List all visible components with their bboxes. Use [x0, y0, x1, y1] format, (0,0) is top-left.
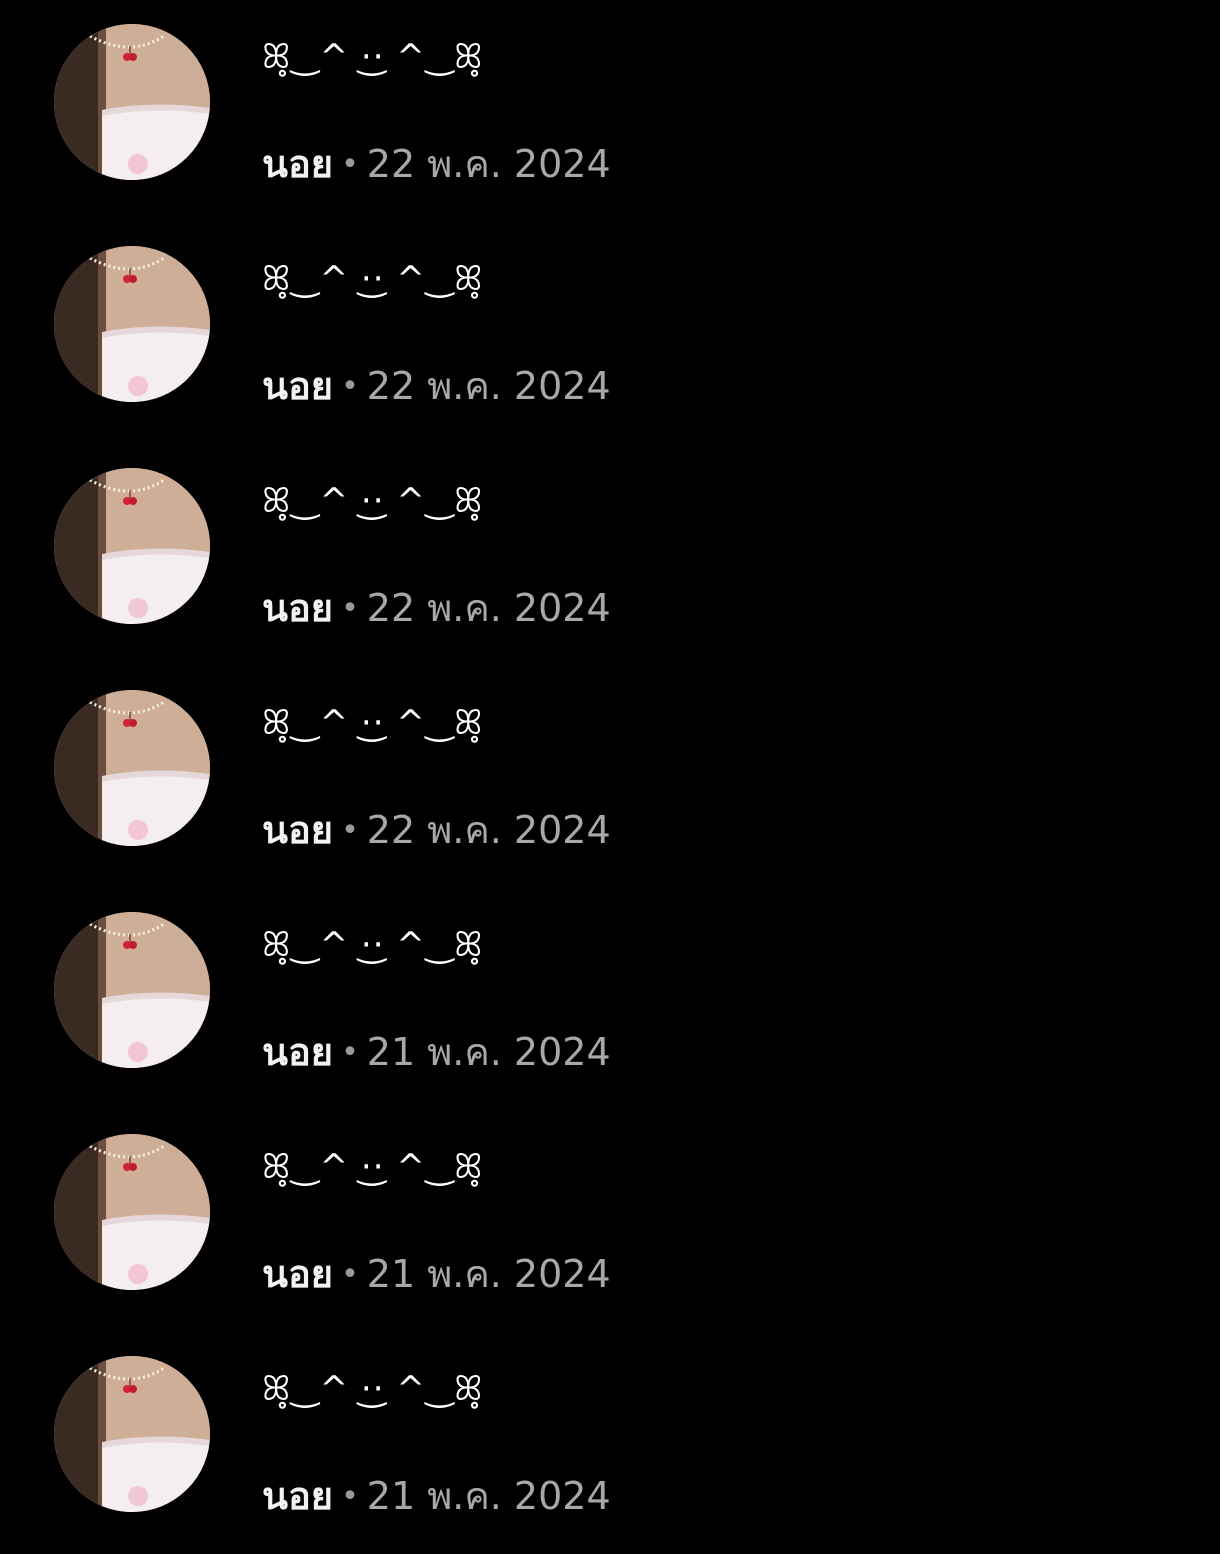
comment-text: ꕤ̥‿^ ·͜· ^‿ꕤ̥: [262, 1147, 484, 1187]
comment-meta: นอย • 22 พ.ค. 2024: [262, 360, 611, 412]
comment-meta: นอย • 21 พ.ค. 2024: [262, 1026, 611, 1078]
comment-date: 21 พ.ค. 2024: [366, 1252, 611, 1296]
comment-text: ꕤ̥‿^ ·͜· ^‿ꕤ̥: [262, 703, 484, 743]
comment-meta: นอย • 21 พ.ค. 2024: [262, 1470, 611, 1522]
author-name[interactable]: นอย: [262, 808, 333, 852]
comment-item[interactable]: ꕤ̥‿^ ·͜· ^‿ꕤ̥ นอย • 21 พ.ค. 2024: [0, 1332, 1220, 1554]
comment-item[interactable]: ꕤ̥‿^ ·͜· ^‿ꕤ̥ นอย • 21 พ.ค. 2024: [0, 888, 1220, 1110]
avatar-image: [54, 912, 210, 1068]
comment-text: ꕤ̥‿^ ·͜· ^‿ꕤ̥: [262, 925, 484, 965]
author-name[interactable]: นอย: [262, 1252, 333, 1296]
comment-meta: นอย • 22 พ.ค. 2024: [262, 138, 611, 190]
avatar[interactable]: [54, 24, 210, 180]
comment-list: ꕤ̥‿^ ·͜· ^‿ꕤ̥ นอย • 22 พ.ค. 2024 ꕤ̥‿^ ·͜· …: [0, 0, 1220, 1542]
separator-dot: •: [341, 147, 359, 182]
comment-text: ꕤ̥‿^ ·͜· ^‿ꕤ̥: [262, 1369, 484, 1409]
separator-dot: •: [341, 1035, 359, 1070]
comment-item[interactable]: ꕤ̥‿^ ·͜· ^‿ꕤ̥ นอย • 22 พ.ค. 2024: [0, 444, 1220, 666]
avatar[interactable]: [54, 1134, 210, 1290]
author-name[interactable]: นอย: [262, 586, 333, 630]
comment-text: ꕤ̥‿^ ·͜· ^‿ꕤ̥: [262, 259, 484, 299]
comment-date: 22 พ.ค. 2024: [366, 364, 611, 408]
separator-dot: •: [341, 369, 359, 404]
author-name[interactable]: นอย: [262, 364, 333, 408]
author-name[interactable]: นอย: [262, 142, 333, 186]
comment-text: ꕤ̥‿^ ·͜· ^‿ꕤ̥: [262, 37, 484, 77]
avatar[interactable]: [54, 468, 210, 624]
comment-date: 22 พ.ค. 2024: [366, 808, 611, 852]
comment-item[interactable]: ꕤ̥‿^ ·͜· ^‿ꕤ̥ นอย • 22 พ.ค. 2024: [0, 0, 1220, 222]
separator-dot: •: [341, 591, 359, 626]
avatar-image: [54, 1134, 210, 1290]
author-name[interactable]: นอย: [262, 1030, 333, 1074]
avatar-image: [54, 1356, 210, 1512]
comment-date: 21 พ.ค. 2024: [366, 1030, 611, 1074]
avatar-image: [54, 24, 210, 180]
avatar[interactable]: [54, 690, 210, 846]
avatar[interactable]: [54, 246, 210, 402]
avatar-image: [54, 690, 210, 846]
avatar-image: [54, 246, 210, 402]
comment-date: 22 พ.ค. 2024: [366, 142, 611, 186]
avatar[interactable]: [54, 912, 210, 1068]
comment-date: 22 พ.ค. 2024: [366, 586, 611, 630]
comment-meta: นอย • 22 พ.ค. 2024: [262, 582, 611, 634]
comment-item[interactable]: ꕤ̥‿^ ·͜· ^‿ꕤ̥ นอย • 21 พ.ค. 2024: [0, 1110, 1220, 1332]
comment-item[interactable]: ꕤ̥‿^ ·͜· ^‿ꕤ̥ นอย • 22 พ.ค. 2024: [0, 666, 1220, 888]
separator-dot: •: [341, 813, 359, 848]
comment-meta: นอย • 22 พ.ค. 2024: [262, 804, 611, 856]
comment-meta: นอย • 21 พ.ค. 2024: [262, 1248, 611, 1300]
comment-date: 21 พ.ค. 2024: [366, 1474, 611, 1518]
separator-dot: •: [341, 1479, 359, 1514]
author-name[interactable]: นอย: [262, 1474, 333, 1518]
comment-text: ꕤ̥‿^ ·͜· ^‿ꕤ̥: [262, 481, 484, 521]
separator-dot: •: [341, 1257, 359, 1292]
comment-item[interactable]: ꕤ̥‿^ ·͜· ^‿ꕤ̥ นอย • 22 พ.ค. 2024: [0, 222, 1220, 444]
avatar[interactable]: [54, 1356, 210, 1512]
avatar-image: [54, 468, 210, 624]
